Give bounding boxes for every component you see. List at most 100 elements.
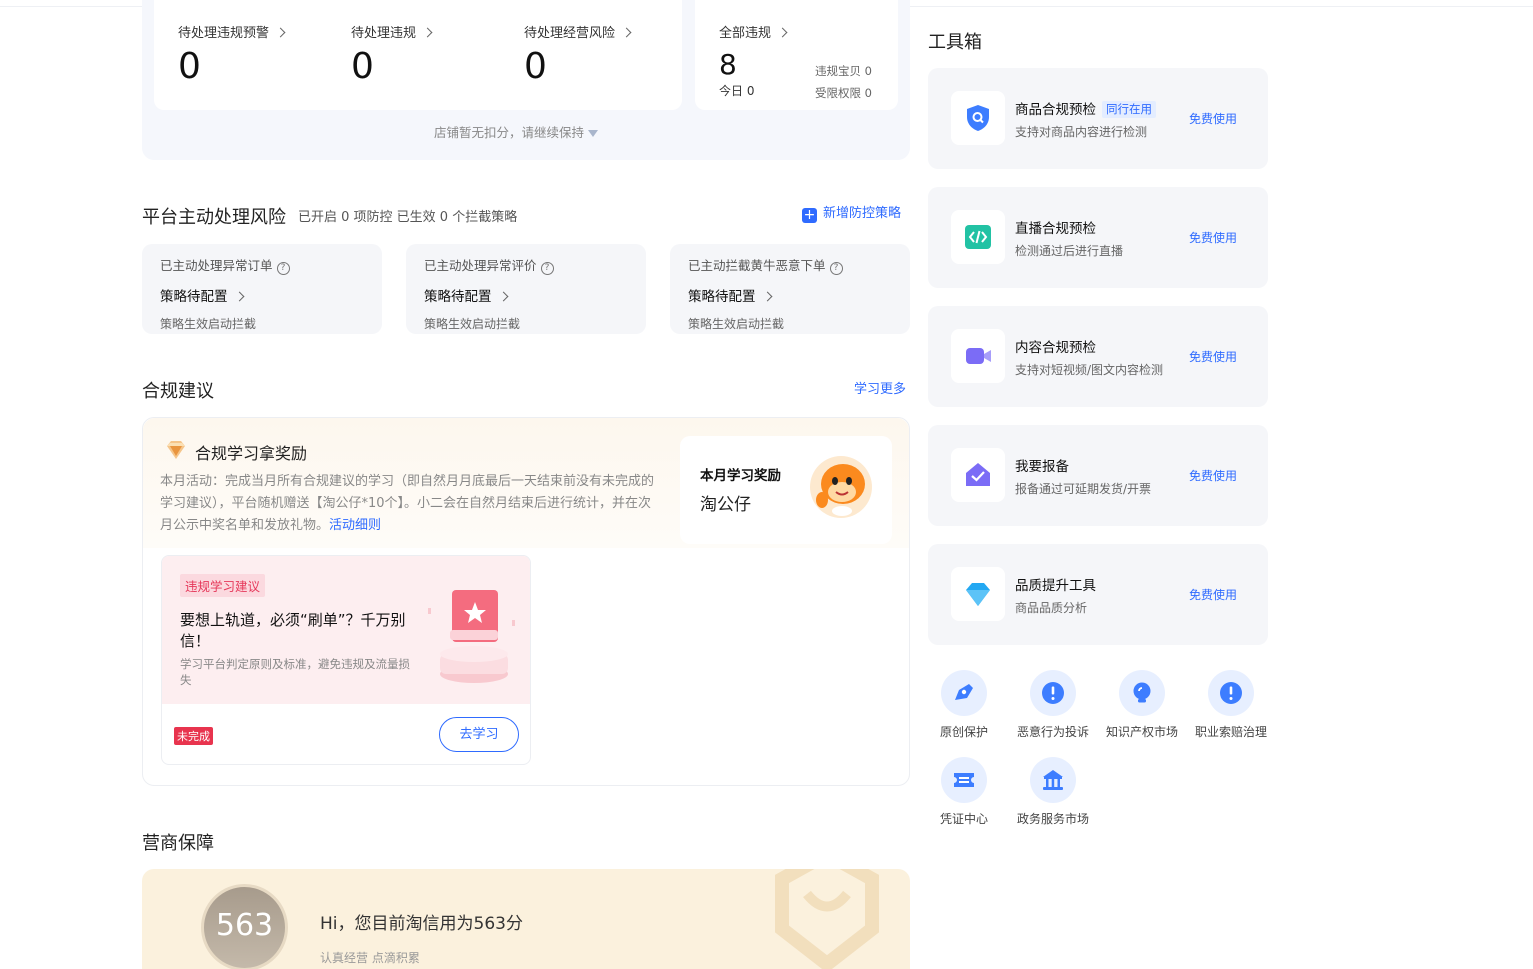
chevron-right-icon	[234, 291, 244, 301]
pending-stats-card: 待处理违规预警 0 待处理违规 0 待处理经营风险 0	[154, 0, 682, 110]
alert-icon	[1042, 682, 1064, 704]
bad-items-stat: 违规宝贝 0	[815, 63, 872, 79]
stat-value: 0	[351, 46, 374, 87]
risk-status: 策略待配置	[160, 289, 228, 305]
bad-items-label: 违规宝贝	[815, 64, 861, 78]
shortcut-icon-wrap	[1030, 670, 1076, 716]
bank-icon	[1043, 770, 1063, 790]
risk-status-link[interactable]: 策略待配置	[160, 285, 364, 305]
tool-icon-wrap	[951, 329, 1005, 383]
shortcut-label: 政务服务市场	[1016, 812, 1089, 826]
learn-more-link[interactable]: 学习更多	[854, 378, 906, 397]
stat-label: 待处理违规预警	[178, 26, 270, 41]
risk-card-scalper-orders: 已主动拦截黄牛恶意下单? 策略待配置 策略生效启动拦截	[670, 244, 910, 334]
tool-desc: 支持对商品内容进行检测	[1015, 125, 1148, 139]
shortcut-label: 原创保护	[939, 725, 988, 739]
risk-card-abnormal-reviews: 已主动处理异常评价? 策略待配置 策略生效启动拦截	[406, 244, 646, 334]
risk-card-title: 已主动处理异常订单	[160, 258, 273, 273]
tool-name: 品质提升工具	[1015, 578, 1096, 594]
reward-box-value: 淘公仔	[700, 495, 751, 515]
credit-card: 563 Hi，您目前淘信用为563分 认真经营 点滴积累	[142, 869, 910, 969]
shortcut-gov-services[interactable]: 政务服务市场	[1008, 757, 1098, 827]
shortcut-icon-wrap	[1030, 757, 1076, 803]
tool-name: 直播合规预检	[1015, 221, 1096, 237]
deduction-footer[interactable]: 店铺暂无扣分，请继续保持	[142, 122, 890, 141]
all-violations-card[interactable]: 全部违规 8 今日 0 违规宝贝 0 受限权限 0	[695, 0, 898, 110]
add-strategy-label: 新增防控策略	[823, 206, 902, 221]
risk-card-abnormal-orders: 已主动处理异常订单? 策略待配置 策略生效启动拦截	[142, 244, 382, 334]
deduction-text: 店铺暂无扣分，请继续保持	[433, 125, 584, 140]
shortcut-malicious-complaint[interactable]: 恶意行为投诉	[1008, 670, 1098, 740]
tool-desc: 报备通过可延期发货/开票	[1015, 482, 1152, 496]
risk-status-link[interactable]: 策略待配置	[688, 285, 892, 305]
tool-free-use-link[interactable]: 免费使用	[1189, 229, 1237, 246]
help-icon[interactable]: ?	[276, 262, 290, 275]
tool-desc: 检测通过后进行直播	[1015, 244, 1124, 258]
go-study-button[interactable]: 去学习	[439, 717, 519, 752]
shortcut-label: 知识产权市场	[1105, 725, 1178, 739]
all-violations-value: 8	[719, 48, 737, 81]
violation-stats-panel: 待处理违规预警 0 待处理违规 0 待处理经营风险 0 全部违规 8 今日 0 …	[142, 0, 910, 160]
triangle-down-icon	[588, 130, 598, 137]
learning-title: 要想上轨道，必须“刷单”？千万别信！	[180, 611, 406, 650]
restricted-value: 0	[864, 86, 872, 100]
edit-icon	[955, 684, 973, 700]
tool-free-use-link[interactable]: 免费使用	[1189, 110, 1237, 127]
platform-risk-title: 平台主动处理风险	[142, 207, 286, 228]
help-icon[interactable]: ?	[829, 262, 843, 275]
learning-desc: 学习平台判定原则及标准，避免违规及流量损失	[180, 657, 410, 687]
stat-label: 待处理经营风险	[524, 26, 616, 41]
tool-free-use-link[interactable]: 免费使用	[1189, 467, 1237, 484]
activity-rules-link[interactable]: 活动细则	[329, 518, 381, 533]
risk-card-title: 已主动拦截黄牛恶意下单	[688, 258, 826, 273]
chevron-right-icon	[777, 27, 788, 38]
tool-product-precheck[interactable]: 商品合规预检 同行在用 支持对商品内容进行检测 免费使用	[928, 68, 1268, 169]
advice-tag: 违规学习建议	[180, 574, 266, 597]
tool-free-use-link[interactable]: 免费使用	[1189, 586, 1237, 603]
risk-status: 策略待配置	[688, 289, 756, 305]
tool-desc: 商品品质分析	[1015, 601, 1088, 615]
credit-text: Hi，您目前淘信用为563分	[320, 914, 523, 934]
chevron-right-icon	[422, 27, 433, 38]
help-icon[interactable]: ?	[540, 262, 554, 275]
chevron-right-icon	[762, 291, 772, 301]
advice-panel: 合规学习拿奖励 本月活动：完成当月所有合规建议的学习（即自然月月底最后一天结束前…	[142, 417, 910, 786]
today-count: 今日 0	[719, 82, 754, 99]
all-violations-label: 全部违规	[719, 26, 772, 41]
diamond-icon	[167, 441, 185, 459]
reward-title: 合规学习拿奖励	[195, 444, 308, 463]
stat-pending-violation[interactable]: 待处理违规 0	[351, 22, 433, 87]
shortcut-label: 职业索赔治理	[1194, 725, 1267, 739]
add-strategy-link[interactable]: + 新增防控策略	[802, 202, 901, 223]
shield-watermark-icon	[775, 869, 879, 969]
tool-live-precheck[interactable]: 直播合规预检 检测通过后进行直播 免费使用	[928, 187, 1268, 288]
ticket-icon	[954, 773, 974, 787]
learning-card-header: 违规学习建议 要想上轨道，必须“刷单”？千万别信！ 学习平台判定原则及标准，避免…	[162, 556, 530, 704]
tool-name: 我要报备	[1015, 459, 1069, 475]
reward-text: 本月活动：完成当月所有合规建议的学习（即自然月月底最后一天结束前没有未完成的学习…	[160, 471, 658, 537]
tool-content-precheck[interactable]: 内容合规预检 支持对短视频/图文内容检测 免费使用	[928, 306, 1268, 407]
shortcut-claim-governance[interactable]: 职业索赔治理	[1186, 670, 1276, 740]
reward-description: 本月活动：完成当月所有合规建议的学习（即自然月月底最后一天结束前没有未完成的学习…	[160, 474, 655, 533]
toolbox-title: 工具箱	[928, 32, 982, 53]
tool-quality[interactable]: 品质提升工具 商品品质分析 免费使用	[928, 544, 1268, 645]
stat-pending-business-risk[interactable]: 待处理经营风险 0	[524, 22, 632, 87]
risk-note: 策略生效启动拦截	[160, 317, 257, 331]
risk-status-link[interactable]: 策略待配置	[424, 285, 628, 305]
shortcut-ip-market[interactable]: 知识产权市场	[1097, 670, 1187, 740]
stat-value: 0	[178, 46, 201, 87]
advice-title: 合规建议	[142, 381, 214, 402]
shortcut-voucher-center[interactable]: 凭证中心	[919, 757, 1009, 827]
tool-report[interactable]: 我要报备 报备通过可延期发货/开票 免费使用	[928, 425, 1268, 526]
bulb-icon	[1133, 682, 1151, 703]
stat-pending-warning[interactable]: 待处理违规预警 0	[178, 22, 286, 87]
today-value: 0	[746, 84, 755, 98]
chevron-right-icon	[498, 291, 508, 301]
tool-badge: 同行在用	[1102, 101, 1156, 118]
shield-search-icon	[967, 105, 989, 131]
book-star-icon	[428, 590, 515, 683]
shortcut-original-protection[interactable]: 原创保护	[919, 670, 1009, 740]
shortcut-label: 恶意行为投诉	[1016, 725, 1089, 739]
tool-free-use-link[interactable]: 免费使用	[1189, 348, 1237, 365]
stat-label: 待处理违规	[351, 26, 417, 41]
